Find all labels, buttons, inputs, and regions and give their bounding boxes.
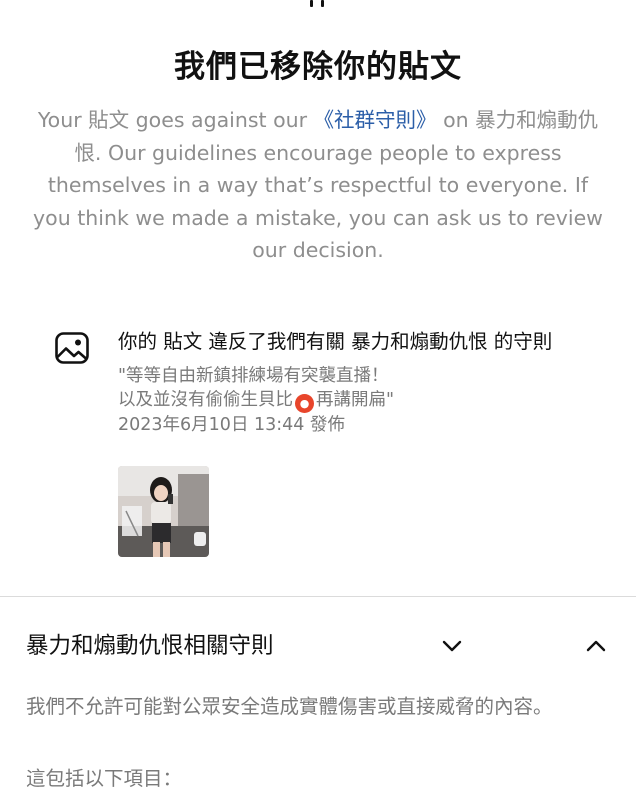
caption-text-end: 再講開扁" <box>316 390 395 410</box>
image-icon <box>55 332 89 364</box>
removal-description: Your 貼文 goes against our 《社群守則》 on 暴力和煽動… <box>30 104 606 267</box>
chevron-up-icon[interactable] <box>584 634 608 658</box>
drag-handle <box>306 0 328 7</box>
section-divider <box>0 596 636 597</box>
community-guidelines-link[interactable]: 《社群守則》 <box>314 108 437 132</box>
violation-title: 你的 貼文 違反了我們有關 暴力和煽動仇恨 的守則 <box>118 330 553 353</box>
chevron-down-icon[interactable] <box>440 634 464 658</box>
post-photo <box>118 466 209 557</box>
angry-face-emoji: ● <box>295 394 314 413</box>
guidelines-title: 暴力和煽動仇恨相關守則 <box>26 633 274 659</box>
caption-text: 以及並沒有偷偷生貝比 <box>118 390 293 410</box>
guidelines-subtext: 這包括以下項目： <box>26 767 183 790</box>
post-caption-line-2: 以及並沒有偷偷生貝比 ● 再講開扁" <box>118 388 608 413</box>
description-text-1: Your 貼文 goes against our <box>37 108 314 132</box>
post-thumbnail[interactable] <box>118 466 209 557</box>
guidelines-header[interactable]: 暴力和煽動仇恨相關守則 <box>26 630 610 662</box>
post-caption-line-1: "等等自由新鎮排練場有突襲直播！ <box>118 366 389 386</box>
page-title: 我們已移除你的貼文 <box>174 49 462 85</box>
post-caption: "等等自由新鎮排練場有突襲直播！ 以及並沒有偷偷生貝比 ● 再講開扁" <box>118 364 608 413</box>
post-date: 2023年6月10日 13:44 發佈 <box>118 415 345 435</box>
guidelines-text: 我們不允許可能對公眾安全造成實體傷害或直接威脅的內容。 <box>26 695 553 718</box>
